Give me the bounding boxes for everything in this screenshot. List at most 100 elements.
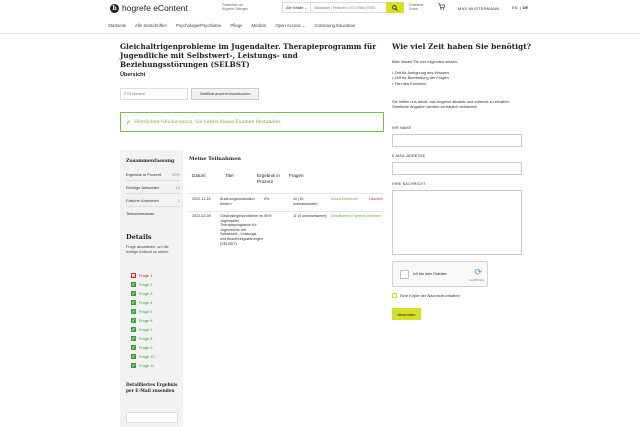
summary-value: 90% — [171, 172, 180, 177]
logo[interactable]: h hogrefe eContent — [110, 3, 188, 13]
question-item-11[interactable]: ✓ Frage 11 — [131, 361, 155, 370]
nav-item-zeitschriften[interactable]: Alle Zeitschriften — [135, 23, 167, 29]
column-header-result: Ergebnis in Prozent — [257, 173, 280, 184]
row-questions: 10 (10 unbeantwortet) — [293, 197, 318, 206]
row-date: 2022-11-15 — [192, 197, 211, 201]
question-label: Frage 6 — [139, 318, 153, 323]
question-label: Frage 4 — [139, 300, 153, 305]
nav-items: Startseite Alle Zeitschriften Psychologi… — [108, 23, 355, 29]
question-item-9[interactable]: ✓ Frage 9 — [131, 343, 155, 352]
nav-item-continuing-education[interactable]: Continuing Education — [314, 23, 355, 29]
message-textarea[interactable] — [392, 190, 522, 255]
success-message: ✓ Herzlichen Glückwunsch, Sie haben dies… — [120, 112, 384, 132]
nav-item-medizin[interactable]: Medizin — [252, 23, 267, 29]
tenant-line2: Hogrefe Göttingen — [222, 7, 249, 11]
recaptcha-widget: Ich bin kein Roboter. ⟳ reCAPTCHA — [392, 261, 488, 287]
summary-value: 10 — [175, 185, 180, 190]
summary-row-percent: Ergebnis in Prozent 90% — [126, 172, 180, 177]
search-button[interactable] — [386, 2, 404, 13]
divider — [126, 206, 180, 207]
lang-en[interactable]: EN — [512, 5, 518, 10]
question-item-4[interactable]: ✓ Frage 4 — [131, 298, 155, 307]
checkbox-icon: ✓ — [131, 309, 136, 314]
question-item-1[interactable]: ✓ Frage 1 — [131, 271, 155, 280]
checkbox-icon: ✓ — [131, 300, 136, 305]
row-questions: 11 (0 unbeantwortet) — [293, 214, 327, 218]
divider — [189, 211, 385, 212]
copy-checkbox[interactable] — [392, 293, 397, 298]
summary-row-duration: Teilnahmedauer — [126, 211, 180, 216]
row-result: 90% — [264, 214, 272, 218]
recaptcha-checkbox[interactable] — [400, 270, 409, 279]
contact-bullets: Zeit für Aneignung des Wissens Zeit für … — [392, 70, 449, 86]
nav-item-open-access[interactable]: Open Access ⌄ — [275, 23, 305, 29]
summary-label: Ergebnis in Prozent — [126, 172, 161, 177]
summary-label: Richtige Antworten — [126, 185, 160, 190]
question-item-10[interactable]: ✓ Frage 10 — [131, 352, 155, 361]
results-sidebar: Zusammenfassung Ergebnis in Prozent 90% … — [120, 150, 183, 427]
question-label: Frage 5 — [139, 309, 153, 314]
question-label: Frage 8 — [139, 336, 153, 341]
column-header-date: Datum — [192, 173, 206, 178]
divider — [189, 193, 385, 194]
advanced-search-link[interactable]: Erweiterte Suche — [409, 3, 431, 11]
summary-label: Falsche Antworten — [126, 198, 159, 203]
row-title: Gleichaltrigenprobleme im Jugendalter. T… — [220, 214, 263, 246]
divider — [126, 193, 180, 194]
continue-module-link[interactable]: Modul fortsetzen — [331, 197, 358, 202]
delete-link[interactable]: Löschen — [369, 197, 383, 202]
details-note: Frage auswählen, um die richtige Antwort… — [126, 245, 169, 254]
question-item-7[interactable]: ✓ Frage 7 — [131, 325, 155, 334]
email-label: E-MAIL-ADRESSE — [392, 154, 426, 158]
question-list: ✓ Frage 1 ✓ Frage 2 ✓ Frage 3 ✓ Frage 4 … — [131, 271, 155, 370]
recaptcha-label: Ich bin kein Roboter. — [413, 272, 448, 276]
search-icon — [392, 4, 398, 11]
name-field[interactable] — [392, 134, 522, 147]
nav-item-startseite[interactable]: Startseite — [108, 23, 126, 29]
summary-row-correct: Richtige Antworten 10 — [126, 185, 180, 190]
question-item-5[interactable]: ✓ Frage 5 — [131, 307, 155, 316]
main-nav: Startseite Alle Zeitschriften Psychologi… — [0, 20, 640, 34]
checkbox-icon: ✓ — [131, 327, 136, 332]
checkbox-icon: ✓ — [131, 354, 136, 359]
logo-text: hogrefe eContent — [122, 3, 188, 13]
question-label: Frage 10 — [139, 354, 155, 359]
copy-checkbox-row[interactable]: Eine Kopie der Nachricht erhalten — [392, 293, 460, 298]
user-menu[interactable]: MAX MUSTERMANN — [458, 6, 499, 11]
question-label: Frage 2 — [139, 282, 153, 287]
lang-de[interactable]: DE — [523, 5, 529, 10]
nav-item-psychologie[interactable]: Psychologie/Psychiatrie — [176, 23, 221, 29]
ptn-number-input[interactable] — [120, 88, 188, 100]
checkbox-icon: ✓ — [131, 282, 136, 287]
row-date: 2022-02-09 — [192, 214, 211, 218]
send-button[interactable]: Absenden — [392, 308, 421, 320]
certificate-button[interactable]: Zertifikat ansehen/ausdrucken — [191, 88, 259, 100]
tenant-info: Präsentiert von Hogrefe Göttingen — [222, 3, 262, 11]
recaptcha-brand: reCAPTCHA — [469, 279, 484, 282]
details-heading: Details — [126, 233, 152, 241]
question-item-3[interactable]: ✓ Frage 3 — [131, 289, 155, 298]
nav-item-pflege[interactable]: Pflege — [230, 23, 242, 29]
row-result: 0% — [264, 197, 270, 201]
search-scope-label: Alle Inhalte — [286, 5, 304, 10]
search-scope-select[interactable]: Alle Inhalte ⌄ — [283, 3, 312, 12]
question-item-2[interactable]: ✓ Frage 2 — [131, 280, 155, 289]
divider — [126, 180, 180, 181]
question-label: Frage 1 — [139, 273, 153, 278]
view-detailed-result-link[interactable]: Detailliertes Ergebnis ansehen — [331, 214, 381, 219]
question-item-6[interactable]: ✓ Frage 6 — [131, 316, 155, 325]
email-results-heading: Detailliertes Ergebnis per E-Mail zusend… — [126, 382, 178, 393]
header: h hogrefe eContent Präsentiert von Hogre… — [0, 0, 640, 17]
advanced-search-line2: Suche — [409, 6, 419, 11]
message-label: IHRE NACHRICHT — [392, 182, 426, 186]
cart-icon[interactable] — [438, 3, 446, 12]
recaptcha-icon: ⟳ — [474, 267, 482, 277]
email-results-input[interactable] — [126, 412, 178, 423]
checkbox-icon: ✓ — [131, 363, 136, 368]
contact-heading: Wie viel Zeit haben Sie benötigt? — [392, 42, 532, 51]
question-item-8[interactable]: ✓ Frage 8 — [131, 334, 155, 343]
question-label: Frage 3 — [139, 291, 153, 296]
check-icon: ✓ — [126, 119, 132, 126]
email-field[interactable] — [392, 162, 522, 175]
language-switcher: EN | DE — [512, 5, 528, 10]
